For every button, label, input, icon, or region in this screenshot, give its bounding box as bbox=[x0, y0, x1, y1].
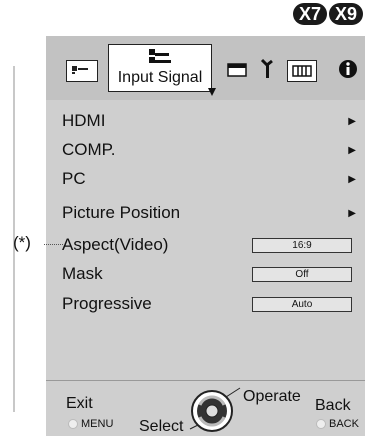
select-label: Select bbox=[139, 418, 184, 435]
menu-item-label: Mask bbox=[62, 264, 103, 283]
submenu-arrow-icon: ▶ bbox=[348, 144, 356, 156]
back-button-icon bbox=[316, 419, 326, 429]
annotation-leader-line bbox=[44, 244, 65, 245]
annotation-marker: (*) bbox=[13, 233, 31, 252]
model-badge-x9: X9 bbox=[328, 3, 363, 25]
tab-installation[interactable] bbox=[226, 58, 248, 80]
back-label: Back bbox=[315, 397, 351, 414]
mask-value: Off bbox=[252, 266, 352, 282]
input-signal-icon bbox=[149, 49, 171, 63]
tab-display[interactable] bbox=[287, 60, 317, 82]
back-key-label: BACK bbox=[329, 418, 359, 430]
back-key[interactable]: BACK bbox=[316, 418, 359, 430]
info-icon bbox=[339, 60, 357, 78]
menu-item-aspect-video[interactable]: Aspect(Video) 16:9 bbox=[62, 232, 362, 258]
tab-pointer-icon bbox=[208, 88, 216, 96]
footer-divider bbox=[46, 380, 365, 381]
installation-icon bbox=[227, 63, 247, 77]
tab-setup[interactable] bbox=[258, 58, 276, 80]
tab-picture[interactable] bbox=[66, 60, 98, 82]
operate-label: Operate bbox=[243, 388, 301, 405]
menu-item-progressive[interactable]: Progressive Auto bbox=[62, 291, 362, 317]
menu-item-label: COMP. bbox=[62, 140, 116, 159]
menu-button-icon bbox=[68, 419, 78, 429]
progressive-value: Auto bbox=[252, 296, 352, 312]
submenu-arrow-icon: ▶ bbox=[348, 115, 356, 127]
setup-icon bbox=[260, 58, 273, 78]
exit-key-label: MENU bbox=[81, 418, 114, 430]
menu-item-picture-position[interactable]: Picture Position ▶ bbox=[62, 200, 362, 226]
tab-information[interactable] bbox=[336, 58, 360, 80]
menu-item-label: Progressive bbox=[62, 294, 152, 313]
dpad-icon bbox=[189, 387, 241, 432]
menu-item-label: Aspect(Video) bbox=[62, 235, 169, 254]
picture-icon bbox=[72, 66, 88, 74]
menu-item-label: Picture Position bbox=[62, 203, 181, 222]
model-badge-x7: X7 bbox=[292, 3, 327, 25]
model-badges: X7 X9 bbox=[292, 3, 363, 25]
menu-item-hdmi[interactable]: HDMI ▶ bbox=[62, 108, 362, 134]
menu-item-pc[interactable]: PC ▶ bbox=[62, 166, 362, 192]
menu-item-comp[interactable]: COMP. ▶ bbox=[62, 137, 362, 163]
menu-item-mask[interactable]: Mask Off bbox=[62, 261, 362, 287]
aspect-value: 16:9 bbox=[252, 237, 352, 253]
menu-item-label: HDMI bbox=[62, 111, 106, 130]
menu-item-label: PC bbox=[62, 169, 86, 188]
exit-key[interactable]: MENU bbox=[68, 418, 113, 430]
exit-label: Exit bbox=[66, 395, 93, 412]
submenu-arrow-icon: ▶ bbox=[348, 173, 356, 185]
tab-input-signal[interactable]: Input Signal bbox=[108, 44, 212, 92]
submenu-arrow-icon: ▶ bbox=[348, 207, 356, 219]
active-tab-label: Input Signal bbox=[117, 69, 203, 86]
display-icon bbox=[292, 65, 312, 77]
